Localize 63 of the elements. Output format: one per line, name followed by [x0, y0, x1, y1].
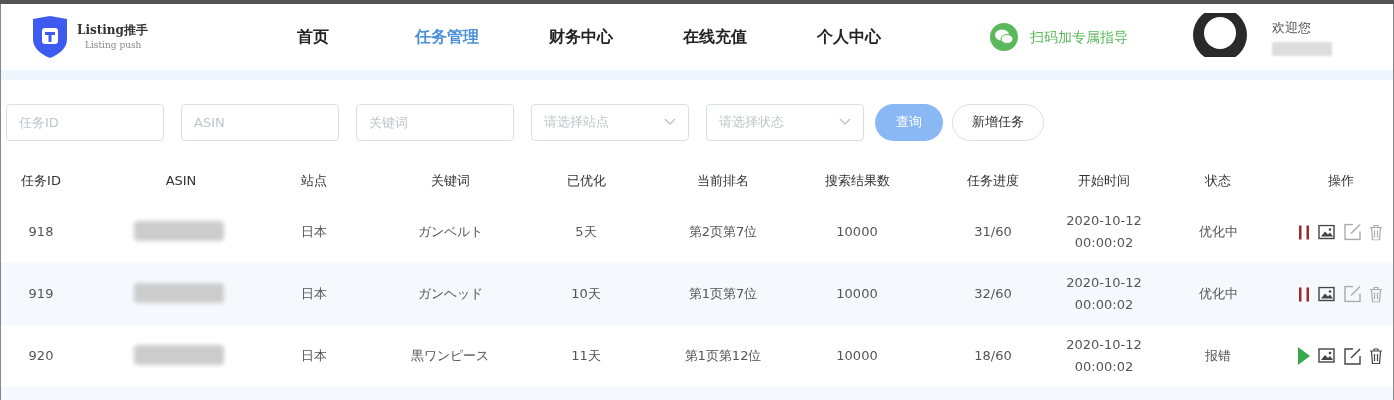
- column-header: 已优化: [566, 172, 606, 190]
- nav-tab[interactable]: 在线充值: [648, 25, 782, 49]
- chevron-down-icon: [839, 118, 851, 126]
- table-cell-text: ガンベルト: [417, 223, 483, 242]
- table-cell-text: 920: [28, 347, 54, 366]
- start-time-cell-text: 2020-10-12 00:00:02: [1066, 336, 1142, 376]
- column-header: 开始时间: [1078, 172, 1130, 190]
- edit-icon[interactable]: [1344, 347, 1361, 365]
- shield-logo-icon: [31, 15, 69, 59]
- pause-icon[interactable]: [1298, 224, 1310, 240]
- table-cell-text: 报错: [1205, 347, 1231, 366]
- column-header: 操作: [1328, 172, 1354, 190]
- filter-input[interactable]: 关键词: [356, 103, 514, 141]
- table-cell-text: 32/60: [974, 285, 1012, 304]
- column-header: 站点: [301, 172, 327, 190]
- start-time-cell-text: 2020-10-12 00:00:02: [1066, 274, 1142, 314]
- column-header: 任务进度: [967, 172, 1019, 190]
- nav-tab[interactable]: 财务中心: [514, 25, 648, 49]
- table-cell-text: 第1页第12位: [684, 347, 762, 366]
- column-header: 关键词: [430, 172, 470, 190]
- logo-subtitle: Listing push: [84, 39, 143, 53]
- welcome-text: 欢迎您: [1272, 19, 1312, 38]
- filter-input[interactable]: ASIN: [181, 103, 339, 141]
- add-task-button[interactable]: 新增任务: [952, 103, 1044, 141]
- table-cell-text: 10000: [836, 285, 878, 304]
- table-cell-text: 18/60: [974, 347, 1012, 366]
- column-header: ASIN: [165, 172, 197, 190]
- table-cell-text: 黒ワンピース: [411, 347, 489, 366]
- table-cell-text: 日本: [301, 223, 327, 242]
- table-cell-text: 10天: [571, 285, 601, 304]
- nav-tab[interactable]: 首页: [246, 25, 380, 49]
- username-blurred: [1272, 41, 1332, 56]
- table-cell-text: 日本: [301, 347, 327, 366]
- table-cell-text: 918: [28, 223, 54, 242]
- column-header: 任务ID: [21, 172, 61, 190]
- table-cell-text: 优化中: [1198, 285, 1238, 304]
- wechat-icon: [990, 23, 1018, 51]
- delete-icon[interactable]: [1369, 348, 1383, 364]
- table-cell-text: 5天: [575, 223, 597, 242]
- table-cell-text: 10000: [836, 347, 878, 366]
- nav-tab[interactable]: 个人中心: [782, 25, 916, 49]
- image-icon[interactable]: [1318, 286, 1336, 302]
- play-icon[interactable]: [1298, 347, 1310, 365]
- table-cell-text: 31/60: [974, 223, 1012, 242]
- avatar-icon: [1192, 13, 1248, 61]
- filter-input[interactable]: 任务ID: [6, 103, 164, 141]
- start-time-cell-text: 2020-10-12 00:00:02: [1066, 212, 1142, 252]
- table-cell-text: 10000: [836, 223, 878, 242]
- table-cell-text: 11天: [571, 347, 601, 366]
- image-icon[interactable]: [1318, 224, 1336, 240]
- column-header: 当前排名: [697, 172, 749, 190]
- pause-icon[interactable]: [1298, 286, 1310, 302]
- table-cell-text: 第1页第7位: [688, 285, 758, 304]
- column-header: 状态: [1205, 172, 1231, 190]
- image-icon[interactable]: [1318, 348, 1336, 364]
- table-cell-text: 第2页第7位: [688, 223, 758, 242]
- table-cell-text: 日本: [301, 285, 327, 304]
- table-cell-text: 919: [28, 285, 54, 304]
- column-header: 搜索结果数: [824, 172, 890, 190]
- logo-title: Listing推手: [77, 22, 148, 40]
- chevron-down-icon: [664, 118, 676, 126]
- table-cell-text: 优化中: [1198, 223, 1238, 242]
- table-cell-text: ガンヘッド: [417, 285, 483, 304]
